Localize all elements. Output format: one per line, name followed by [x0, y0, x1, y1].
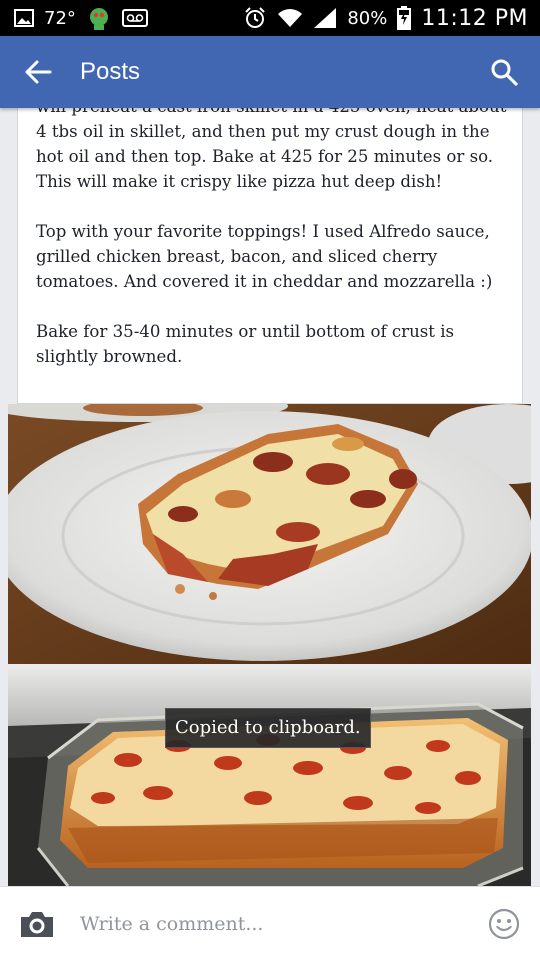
status-left: 72° [14, 5, 148, 31]
post-content[interactable]: will preheat a cast iron skillet in a 42… [0, 108, 540, 886]
battery-charging-icon [397, 6, 412, 30]
app-bar: Posts [0, 36, 540, 108]
alarm-icon [243, 6, 267, 30]
post-paragraph: will preheat a cast iron skillet in a 42… [36, 108, 506, 191]
status-right: 80% 11:12 PM [243, 6, 528, 31]
post-body: will preheat a cast iron skillet in a 42… [36, 108, 512, 394]
comment-bar [0, 886, 540, 960]
pizza-slice-photo[interactable] [8, 404, 531, 664]
signal-icon [313, 7, 337, 29]
post-paragraph: Bake for 35-40 minutes or until bottom o… [36, 322, 455, 366]
temperature-text: 72° [44, 7, 76, 29]
smiley-icon[interactable] [488, 908, 520, 940]
post-paragraph: Top with your favorite toppings! I used … [36, 222, 493, 291]
back-arrow-icon[interactable] [24, 60, 52, 84]
battery-percent: 80% [347, 7, 388, 29]
camera-icon[interactable] [18, 909, 56, 939]
search-icon[interactable] [490, 58, 518, 86]
status-bar: 72° 80% 11:12 PM [0, 0, 540, 36]
android-app-notification-icon [86, 5, 112, 31]
wifi-icon [277, 8, 303, 28]
voicemail-icon [121, 9, 148, 27]
clock-time: 11:12 PM [421, 5, 528, 31]
comment-input[interactable] [80, 903, 488, 944]
gallery-notification-icon [14, 9, 34, 27]
post-card: will preheat a cast iron skillet in a 42… [17, 108, 523, 404]
page-title: Posts [80, 58, 141, 85]
pizza-casserole-photo[interactable] [8, 668, 531, 886]
app-bar-left: Posts [24, 58, 140, 86]
copied-toast: Copied to clipboard. [165, 708, 371, 748]
